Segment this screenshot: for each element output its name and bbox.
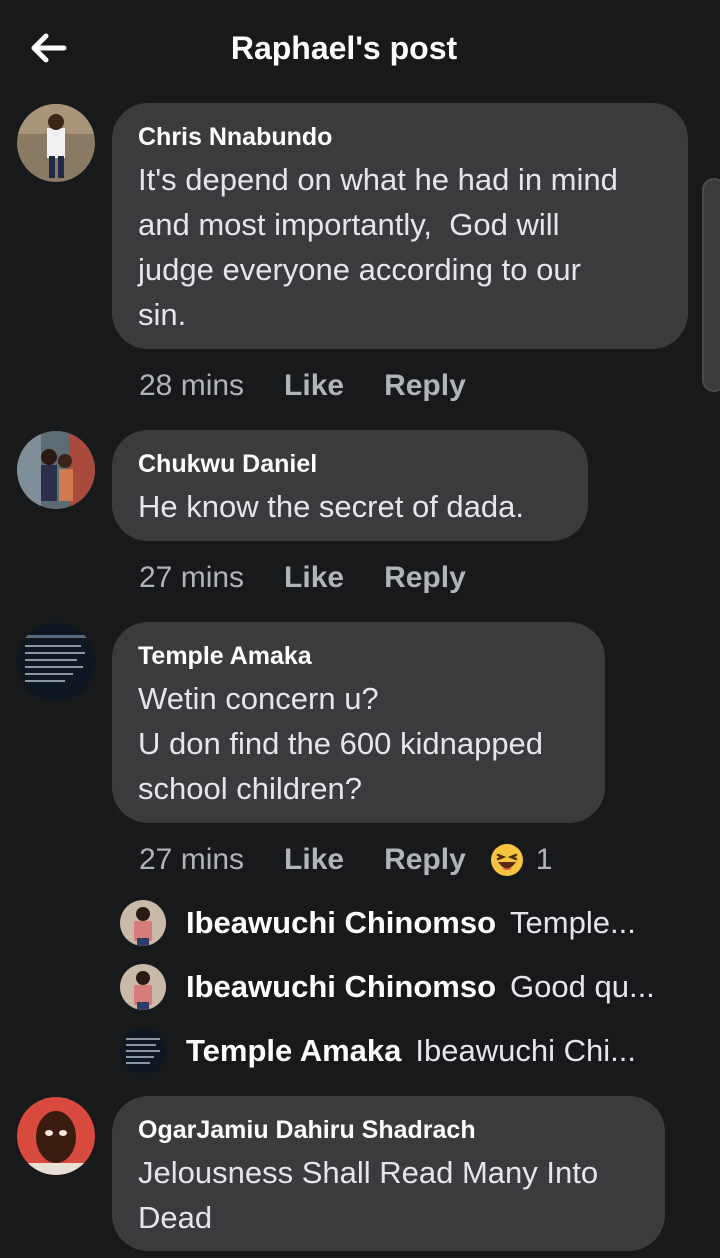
laughing-emoji-icon: [490, 844, 523, 876]
avatar: [120, 900, 166, 946]
reaction-count: 1: [535, 843, 553, 876]
comment-meta: 27 mins Like Reply 1: [139, 840, 552, 880]
comment-bubble[interactable]: Chris Nnabundo It's depend on what he ha…: [112, 103, 688, 349]
comment-text: Wetin concern u? U don find the 600 kidn…: [138, 681, 544, 806]
comment-time[interactable]: 27 mins: [139, 561, 244, 595]
comment-text: Jelousness Shall Read Many Into Dead: [138, 1155, 599, 1235]
like-button[interactable]: Like: [284, 843, 344, 877]
comment-author[interactable]: OgarJamiu Dahiru Shadrach: [138, 1116, 639, 1144]
comment-author[interactable]: Chukwu Daniel: [138, 450, 562, 478]
comment-text: He know the secret of dada.: [138, 489, 525, 524]
comment-bubble[interactable]: OgarJamiu Dahiru Shadrach Jelousness Sha…: [112, 1096, 665, 1251]
comment-author[interactable]: Temple Amaka: [138, 642, 579, 670]
avatar[interactable]: [17, 431, 95, 509]
like-button[interactable]: Like: [284, 561, 344, 595]
avatar: [120, 964, 166, 1010]
reply-button[interactable]: Reply: [384, 561, 466, 595]
reply-text: Good qu...: [510, 969, 655, 1004]
reply-button[interactable]: Reply: [384, 369, 466, 403]
avatar[interactable]: [17, 104, 95, 182]
reply-button[interactable]: Reply: [384, 843, 466, 877]
reply-preview[interactable]: Ibeawuchi Chinomso Temple...: [120, 898, 710, 948]
avatar[interactable]: [17, 623, 95, 701]
reply-author[interactable]: Temple Amaka: [186, 1033, 401, 1069]
top-bar: Raphael's post: [0, 0, 720, 98]
reply-author[interactable]: Ibeawuchi Chinomso: [186, 905, 496, 941]
page-title: Raphael's post: [230, 30, 458, 66]
avatar: [120, 1028, 166, 1074]
comment-meta: 27 mins Like Reply: [139, 558, 466, 598]
reply-preview[interactable]: Temple Amaka Ibeawuchi Chi...: [120, 1026, 710, 1076]
reaction-summary[interactable]: 1: [490, 843, 553, 877]
comment-text: It's depend on what he had in mind and m…: [138, 162, 618, 332]
reply-text: Ibeawuchi Chi...: [415, 1033, 636, 1068]
comment-author[interactable]: Chris Nnabundo: [138, 123, 662, 151]
reply-text: Temple...: [510, 905, 636, 940]
scrollbar[interactable]: [702, 178, 720, 392]
like-button[interactable]: Like: [284, 369, 344, 403]
comment-bubble[interactable]: Temple Amaka Wetin concern u? U don find…: [112, 622, 605, 823]
comment-time[interactable]: 27 mins: [139, 843, 244, 877]
reply-preview[interactable]: Ibeawuchi Chinomso Good qu...: [120, 962, 710, 1012]
comment-meta: 28 mins Like Reply: [139, 366, 466, 406]
reply-author[interactable]: Ibeawuchi Chinomso: [186, 969, 496, 1005]
avatar[interactable]: [17, 1097, 95, 1175]
comment-bubble[interactable]: Chukwu Daniel He know the secret of dada…: [112, 430, 588, 541]
comment-time[interactable]: 28 mins: [139, 369, 244, 403]
